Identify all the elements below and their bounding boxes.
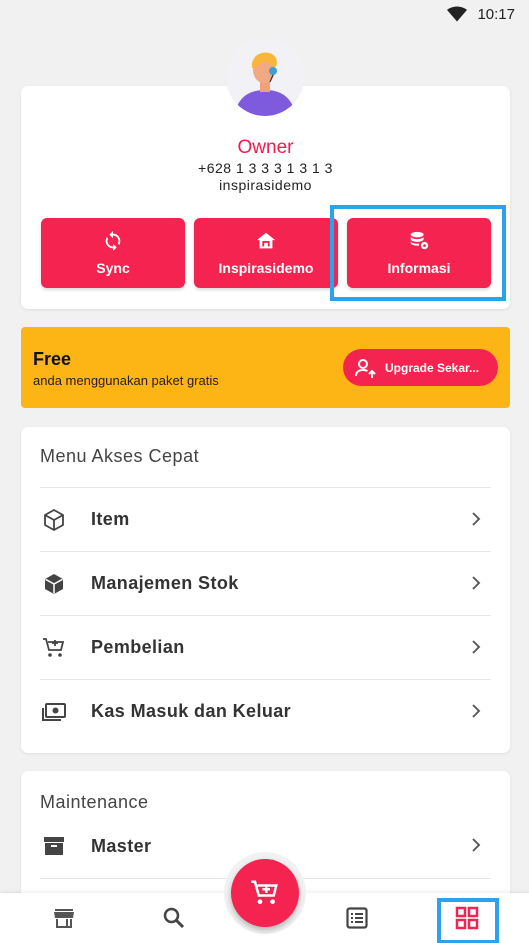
user-avatar-illustration (226, 38, 304, 116)
sync-button[interactable]: Sync (41, 218, 185, 288)
archive-icon (41, 833, 67, 859)
menu-item-cash[interactable]: Kas Masuk dan Keluar (40, 679, 491, 743)
cube-icon (41, 507, 67, 533)
store-button[interactable]: Inspirasidemo (194, 218, 338, 288)
cart-fab-button[interactable] (231, 859, 299, 927)
chevron-right-icon (472, 576, 481, 590)
cart-add-icon (41, 635, 67, 661)
cash-icon (41, 699, 67, 725)
informasi-button[interactable]: Informasi (347, 218, 491, 288)
chevron-right-icon (472, 640, 481, 654)
stock-icon (41, 571, 67, 597)
informasi-button-label: Informasi (387, 260, 451, 276)
sync-button-label: Sync (96, 260, 130, 276)
store-button-label: Inspirasidemo (218, 260, 314, 276)
wifi-icon (447, 6, 468, 22)
grid-icon (455, 906, 479, 930)
chevron-right-icon (472, 512, 481, 526)
maintenance-title: Maintenance (40, 792, 149, 812)
sync-icon (105, 230, 121, 252)
list-icon (346, 907, 368, 929)
nav-grid-button[interactable] (453, 904, 481, 932)
menu-item-stock[interactable]: Manajemen Stok (40, 551, 491, 615)
status-bar: 10:17 (0, 0, 529, 28)
owner-name: Owner (237, 137, 294, 158)
menu-item-purchase[interactable]: Pembelian (40, 615, 491, 679)
store-icon (54, 909, 74, 928)
chevron-right-icon (472, 704, 481, 718)
chevron-right-icon (472, 838, 481, 852)
quick-menu-card: Menu Akses Cepat Item Manajemen Stok Pem… (21, 427, 510, 753)
avatar (226, 38, 304, 116)
database-settings-icon (410, 231, 429, 250)
nav-store-button[interactable] (50, 904, 78, 932)
menu-item-item[interactable]: Item (40, 487, 491, 551)
profile-card: Owner +628 1 3 3 3 1 3 1 3 inspirasidemo… (21, 86, 510, 309)
owner-phone: +628 1 3 3 3 1 3 1 3 (198, 160, 333, 176)
menu-item-label: Manajemen Stok (91, 573, 239, 593)
nav-search-button[interactable] (160, 904, 188, 932)
upgrade-button-label: Upgrade Sekar... (385, 360, 480, 375)
plan-description: anda menggunakan paket gratis (33, 373, 219, 388)
menu-item-label: Kas Masuk dan Keluar (91, 701, 292, 721)
upgrade-button[interactable]: Upgrade Sekar... (343, 349, 498, 386)
menu-item-label: Master (91, 835, 152, 856)
user-upgrade-icon (355, 358, 376, 378)
search-icon (163, 907, 185, 929)
menu-item-label: Item (91, 509, 130, 529)
store-icon (256, 232, 276, 249)
quick-menu-title: Menu Akses Cepat (40, 446, 200, 466)
plan-banner: Free anda menggunakan paket gratis Upgra… (21, 327, 510, 408)
cart-icon (251, 880, 278, 905)
status-time: 10:17 (477, 5, 515, 23)
menu-item-label: Pembelian (91, 637, 185, 657)
nav-list-button[interactable] (343, 904, 371, 932)
plan-title: Free (33, 349, 72, 369)
owner-store: inspirasidemo (219, 177, 312, 193)
